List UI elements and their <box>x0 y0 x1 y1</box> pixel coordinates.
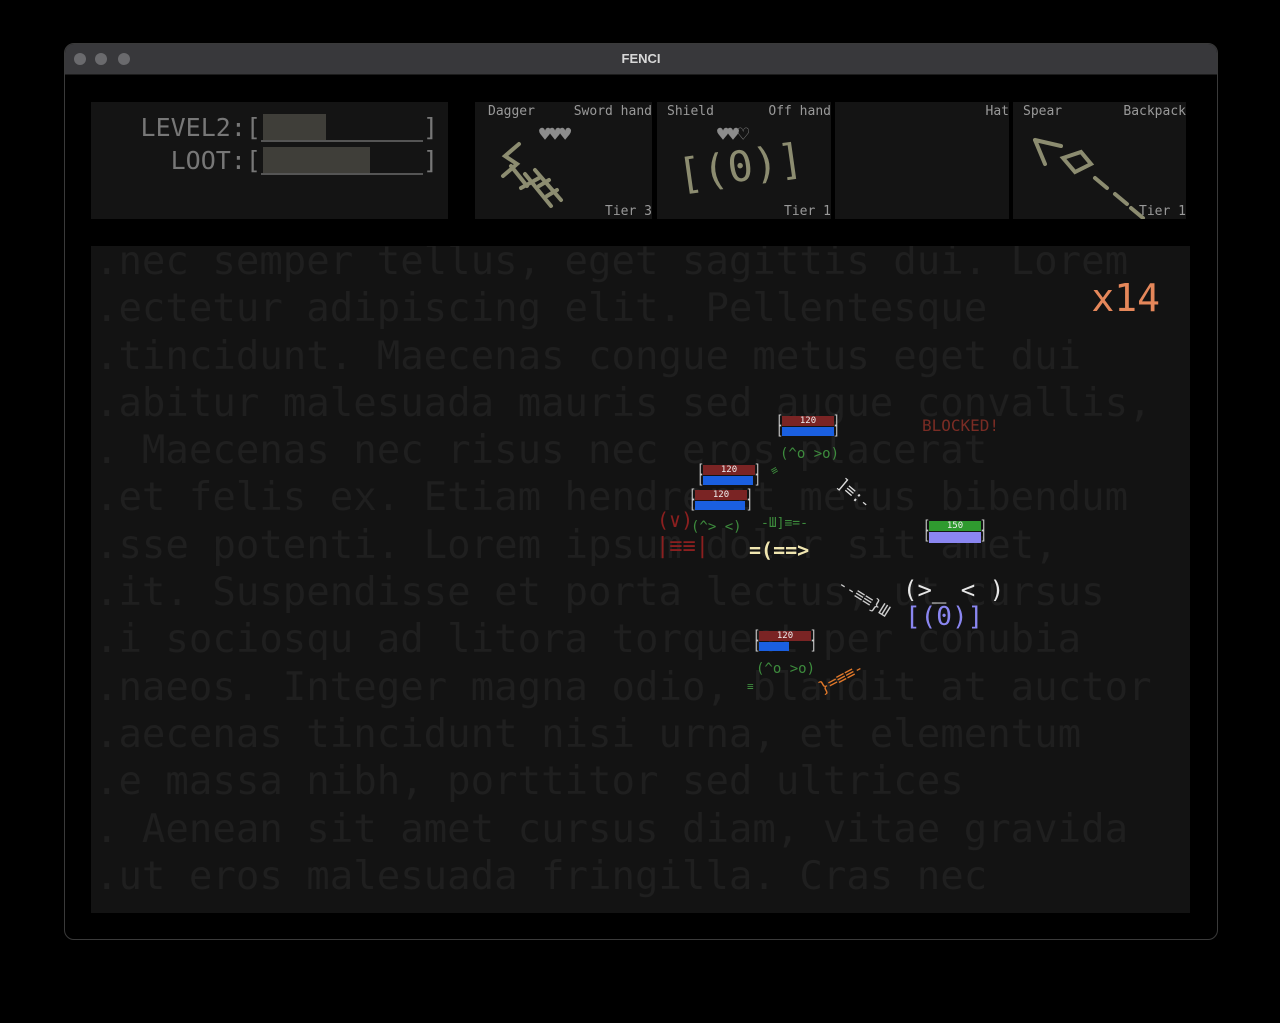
background-text-line: ...naeos. Integer magna odio, blandit at… <box>91 664 1152 710</box>
level-bar <box>260 112 423 142</box>
level-label: LEVEL2: <box>140 112 246 142</box>
background-text-line: ...tincidunt. Maecenas congue metus eget… <box>91 333 1082 379</box>
loot-open-bracket: [ <box>245 145 261 175</box>
enemy-stamina-fill <box>759 642 789 651</box>
player-hp-value: 150 <box>929 521 981 531</box>
player-sword: =(==> <box>749 538 810 562</box>
battle-arena[interactable]: ...nec semper tellus, eget sagittis dui.… <box>91 246 1190 913</box>
weapon-sword-icon <box>501 142 563 208</box>
background-text-line: ...it. Suspendisse et porta lectus, ut c… <box>91 570 1105 616</box>
background-text: ...nec semper tellus, eget sagittis dui.… <box>91 246 1190 913</box>
loot-label: LOOT: <box>170 145 246 175</box>
background-text-line: ... Aenean sit amet cursus diam, vitae g… <box>91 806 1129 852</box>
enemy-health-bar: [[]] 120 <box>776 413 840 438</box>
slot-type-label: Hat <box>985 104 1009 119</box>
background-text-line: ...aecenas tincidunt nisi urna, et eleme… <box>91 711 1082 757</box>
background-text-line: ...abitur malesuada mauris sed augue con… <box>91 380 1152 426</box>
slot-sword-hand[interactable]: Dagger Sword hand ♥♥♥ Tier 3 <box>475 102 652 219</box>
level-bar-fill <box>262 114 326 142</box>
slot-type-label: Sword hand <box>573 104 652 119</box>
enemy-stamina-fill <box>695 501 745 510</box>
damage-particles: (∨) <box>657 508 694 532</box>
enemy-face[interactable]: (^o >o) <box>756 661 815 677</box>
level-progress: LEVEL2: [ ] <box>141 112 438 142</box>
enemy-face[interactable]: (^o >o) <box>780 446 839 462</box>
enemy-face[interactable]: (^> <) <box>691 519 742 535</box>
enemy-dagger: -Ш]≡=- <box>761 516 808 531</box>
loot-bar-fill <box>262 147 370 175</box>
enemy-hp-value: 120 <box>759 631 811 641</box>
slot-tier: Tier 3 <box>605 204 652 219</box>
slot-item-name: Spear <box>1023 104 1063 119</box>
loot-close-bracket: ] <box>422 145 438 175</box>
slot-item-name: Shield <box>667 104 714 119</box>
loot-bar <box>260 145 423 175</box>
background-text-line: ...nec semper tellus, eget sagittis dui.… <box>91 246 1129 284</box>
slot-backpack[interactable]: Spear Backpack Tier 1 <box>1013 102 1186 219</box>
slot-type-label: Off hand <box>768 104 831 119</box>
title-bar: FENCI <box>65 44 1217 75</box>
background-text-line: ...ectetur adipiscing elit. Pellentesque <box>91 286 988 332</box>
spear-icon <box>1033 138 1145 219</box>
window-title: FENCI <box>621 51 661 66</box>
enemy-health-bar: [[]] 120 <box>697 462 761 487</box>
slot-hat[interactable]: Hat <box>835 102 1009 219</box>
background-text-line: ...et felis ex. Etiam hendrerit metus bi… <box>91 475 1129 521</box>
loot-progress: LOOT: [ ] <box>171 145 438 175</box>
background-text-line: ...sse potenti. Lorem ipsum dolor sit am… <box>91 522 1058 568</box>
player-health-bar: [[]] 150 <box>923 518 987 543</box>
fallen-shield: |≡≡| <box>656 534 709 559</box>
enemy-health-bar: [[]] 120 <box>689 487 753 512</box>
enemy-stamina-fill <box>703 476 753 485</box>
enemy-hp-value: 120 <box>695 490 747 500</box>
player-stamina-fill <box>929 532 981 543</box>
slot-item-name: Dagger <box>488 104 535 119</box>
enemy-dagger: ≡ <box>747 680 754 693</box>
enemy-stamina-fill <box>782 427 834 436</box>
player-shield: [(0)] <box>905 602 984 632</box>
player-face[interactable]: (>_ < ) <box>903 576 1004 604</box>
combo-counter: x14 <box>1091 276 1160 320</box>
level-open-bracket: [ <box>245 112 261 142</box>
background-text-line: ...ut eros malesuada fringilla. Cras nec <box>91 853 988 899</box>
blocked-popup: BLOCKED! <box>922 416 1000 435</box>
background-text-line: ... <box>91 900 1190 913</box>
slot-tier: Tier 1 <box>1139 204 1186 219</box>
slot-off-hand[interactable]: Shield Off hand ♥♥♡ [(0)] Tier 1 <box>657 102 831 219</box>
game-window: FENCI LEVEL2: [ ] LOOT: [ ] Dagger Sword… <box>64 43 1218 940</box>
background-text-line: ...i sociosqu ad litora torquent per con… <box>91 617 1082 663</box>
background-text-line: ...e massa nibh, porttitor sed ultrices <box>91 759 964 805</box>
shield-icon: [(0)] <box>674 133 807 200</box>
background-text-line: ... Maecenas nec risus nec eros placerat <box>91 428 988 474</box>
slot-tier: Tier 1 <box>784 204 831 219</box>
enemy-health-bar: [[]] 120 <box>753 628 817 653</box>
enemy-hp-value: 120 <box>782 416 834 426</box>
level-close-bracket: ] <box>422 112 438 142</box>
enemy-hp-value: 120 <box>703 465 755 475</box>
slot-type-label: Backpack <box>1123 104 1186 119</box>
stats-panel: LEVEL2: [ ] LOOT: [ ] <box>91 102 448 219</box>
